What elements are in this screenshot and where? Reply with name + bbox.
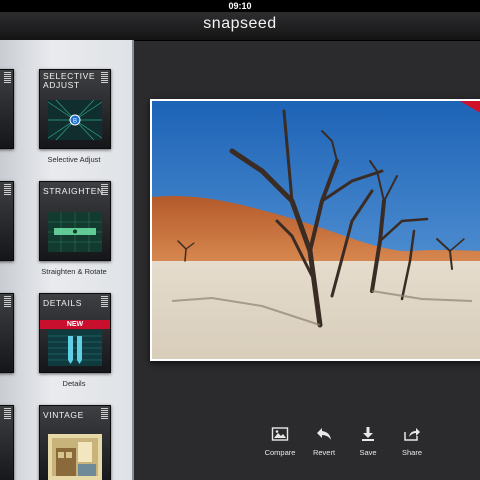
status-time: 09:10 xyxy=(228,1,252,11)
filter-card-details[interactable]: DETAILS NEW xyxy=(39,293,111,373)
app-title: snapseed xyxy=(203,15,277,32)
compare-button[interactable]: Compare xyxy=(258,424,302,464)
card-title: DETAILS xyxy=(43,298,82,308)
filter-card-partial[interactable] xyxy=(0,181,14,261)
compare-icon xyxy=(271,427,289,441)
card-grip-icon xyxy=(101,296,108,307)
save-label: Save xyxy=(359,448,377,457)
share-icon xyxy=(404,428,420,441)
details-icon xyxy=(48,330,102,366)
card-label: Details xyxy=(62,379,86,388)
selective-adjust-icon: B xyxy=(48,100,102,140)
filter-card-selective-adjust[interactable]: SELECTIVE ADJUST B xyxy=(39,69,111,149)
filter-card-partial[interactable] xyxy=(0,293,14,373)
corner-flag-icon xyxy=(460,101,480,115)
card-grip-icon xyxy=(101,184,108,195)
compare-label: Compare xyxy=(264,448,296,457)
filter-card-vintage[interactable]: VINTAGE xyxy=(39,405,111,480)
card-grip-icon xyxy=(4,408,11,419)
new-badge: NEW xyxy=(40,320,110,329)
revert-icon xyxy=(317,428,331,440)
filter-sidebar[interactable]: SELECTIVE ADJUST B Selective Adjust STRA… xyxy=(0,40,134,480)
save-button[interactable]: Save xyxy=(346,424,390,464)
status-bar: 09:10 xyxy=(0,0,480,12)
photo-frame[interactable] xyxy=(150,99,480,361)
app-header: snapseed xyxy=(0,12,480,41)
revert-label: Revert xyxy=(312,448,336,457)
action-toolbar: Compare Revert Save Share xyxy=(258,424,438,464)
card-label: Selective Adjust xyxy=(47,155,101,164)
card-grip-icon xyxy=(101,408,108,419)
share-label: Share xyxy=(401,448,422,457)
card-title: VINTAGE xyxy=(43,410,84,420)
card-grip-icon xyxy=(4,72,11,83)
card-grip-icon xyxy=(4,296,11,307)
vintage-icon xyxy=(48,434,102,480)
share-button[interactable]: Share xyxy=(390,424,434,464)
card-title: SELECTIVE ADJUST xyxy=(43,71,96,90)
card-title: STRAIGHTEN xyxy=(43,186,104,196)
photo-image[interactable] xyxy=(152,101,480,359)
card-label: Straighten & Rotate xyxy=(41,267,107,276)
save-icon xyxy=(362,427,374,441)
filter-card-partial[interactable] xyxy=(0,405,14,480)
card-grip-icon xyxy=(4,184,11,195)
revert-button[interactable]: Revert xyxy=(302,424,346,464)
card-grip-icon xyxy=(101,72,108,83)
straighten-icon xyxy=(48,212,102,252)
filter-card-straighten[interactable]: STRAIGHTEN xyxy=(39,181,111,261)
svg-text:B: B xyxy=(73,119,77,125)
filter-card-partial[interactable] xyxy=(0,69,14,149)
